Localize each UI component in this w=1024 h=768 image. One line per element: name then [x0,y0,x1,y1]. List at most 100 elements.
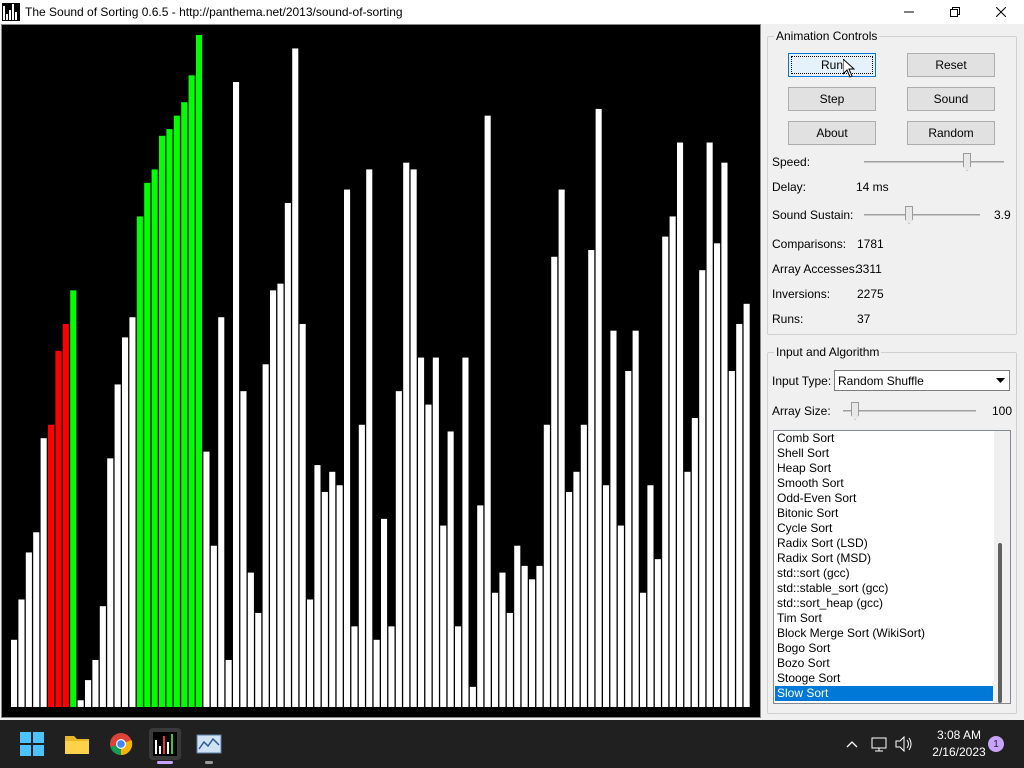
sound-sustain-slider[interactable] [864,205,980,225]
chrome-button[interactable] [105,728,137,760]
volume-button[interactable] [894,734,914,754]
array-bar [381,518,388,707]
array-bar [107,458,114,707]
algorithm-item[interactable]: Radix Sort (LSD) [775,536,995,551]
array-bar [314,465,321,707]
array-bar [521,565,528,707]
array-bar [462,357,469,707]
delay-value: 14 ms [856,180,889,194]
clock-time[interactable]: 3:08 AM [932,728,986,742]
array-bar [669,216,676,707]
notification-badge[interactable]: 1 [988,736,1004,752]
algorithm-item[interactable]: std::stable_sort (gcc) [775,581,995,596]
array-bar [728,371,735,707]
algorithm-list[interactable]: Comb Sort Shell Sort Heap Sort Smooth Sort O… [773,430,1011,704]
array-bar [85,680,92,707]
array-bar [48,424,55,707]
algorithm-item[interactable]: Block Merge Sort (WikiSort) [775,626,995,641]
array-bar [492,592,499,707]
algorithm-item[interactable]: Cycle Sort [775,521,995,536]
image-viewer-button[interactable] [193,728,225,764]
network-button[interactable] [870,734,890,754]
restore-icon [950,7,960,17]
algorithm-item[interactable]: Bitonic Sort [775,506,995,521]
minimize-button[interactable] [886,0,932,24]
clock-date[interactable]: 2/16/2023 [926,745,992,759]
array-bar [307,599,314,707]
array-bar [477,505,484,707]
scrollbar-thumb[interactable] [998,543,1002,703]
algorithm-item[interactable]: Bozo Sort [775,656,995,671]
array-size-slider-thumb[interactable] [851,402,859,420]
array-bar [247,572,254,707]
algorithm-item[interactable]: Shell Sort [775,446,995,461]
file-explorer-button[interactable] [61,728,93,760]
sound-sustain-slider-thumb[interactable] [905,206,913,224]
array-bar [403,162,410,707]
chevron-down-icon[interactable] [992,371,1009,390]
algorithm-item[interactable]: Bogo Sort [775,641,995,656]
array-bar [536,565,543,707]
array-bar [336,485,343,707]
array-bar [181,102,188,707]
chart-window-icon [196,734,222,754]
speed-slider[interactable] [864,152,1004,172]
mouse-cursor-icon [843,59,855,78]
array-bar [625,371,632,707]
windows-logo-icon [20,732,44,756]
start-button[interactable] [16,728,48,760]
algorithm-item[interactable]: Smooth Sort [775,476,995,491]
algorithm-item[interactable]: Radix Sort (MSD) [775,551,995,566]
algorithm-item[interactable]: Tim Sort [775,611,995,626]
inversions-label: Inversions: [772,287,831,301]
array-bar [225,659,232,707]
array-bar [321,491,328,707]
about-button[interactable]: About [788,121,876,145]
algorithm-item[interactable]: Stooge Sort [775,671,995,686]
chrome-icon [110,733,133,756]
random-button[interactable]: Random [907,121,995,145]
array-bar [218,317,225,707]
algorithm-item[interactable]: std::sort_heap (gcc) [775,596,995,611]
array-bar [662,236,669,707]
inversions-value: 2275 [857,287,884,301]
array-bar [551,256,558,707]
array-bar [25,552,32,707]
array-bar [159,135,166,708]
maximize-button[interactable] [932,0,978,24]
show-hidden-icons-button[interactable] [842,734,862,754]
algorithm-item[interactable]: std::sort (gcc) [775,566,995,581]
array-bar [410,169,417,707]
algorithm-list-scrollbar[interactable] [994,431,1010,703]
array-bar [418,357,425,707]
array-bar [240,391,247,707]
array-bar [736,323,743,707]
step-button[interactable]: Step [788,87,876,111]
algorithm-item[interactable]: Comb Sort [775,431,995,446]
array-bar [580,424,587,707]
array-size-slider[interactable] [843,401,976,421]
array-bar [122,337,129,707]
speed-slider-thumb[interactable] [963,153,971,171]
algorithm-item[interactable]: Odd-Even Sort [775,491,995,506]
array-bar [743,303,750,707]
reset-button[interactable]: Reset [907,53,995,77]
sound-button[interactable]: Sound [907,87,995,111]
sorting-visualization[interactable] [1,24,761,718]
input-type-select[interactable]: Random Shuffle [834,370,1010,391]
array-bar [329,471,336,707]
array-bar [640,592,647,707]
array-bar [203,451,210,707]
array-bar [18,599,25,707]
algorithm-item[interactable]: Heap Sort [775,461,995,476]
array-bar [92,659,99,707]
algorithm-item[interactable]: Slow Sort [775,686,993,701]
comparisons-label: Comparisons: [772,237,847,251]
window-title: The Sound of Sorting 0.6.5 - http://pant… [25,5,403,19]
array-bar [595,108,602,708]
array-bar [566,491,573,707]
sound-of-sorting-taskbar-button[interactable] [149,728,181,764]
array-bar [344,189,351,707]
close-button[interactable] [978,0,1024,24]
run-button[interactable]: Run [788,53,876,77]
